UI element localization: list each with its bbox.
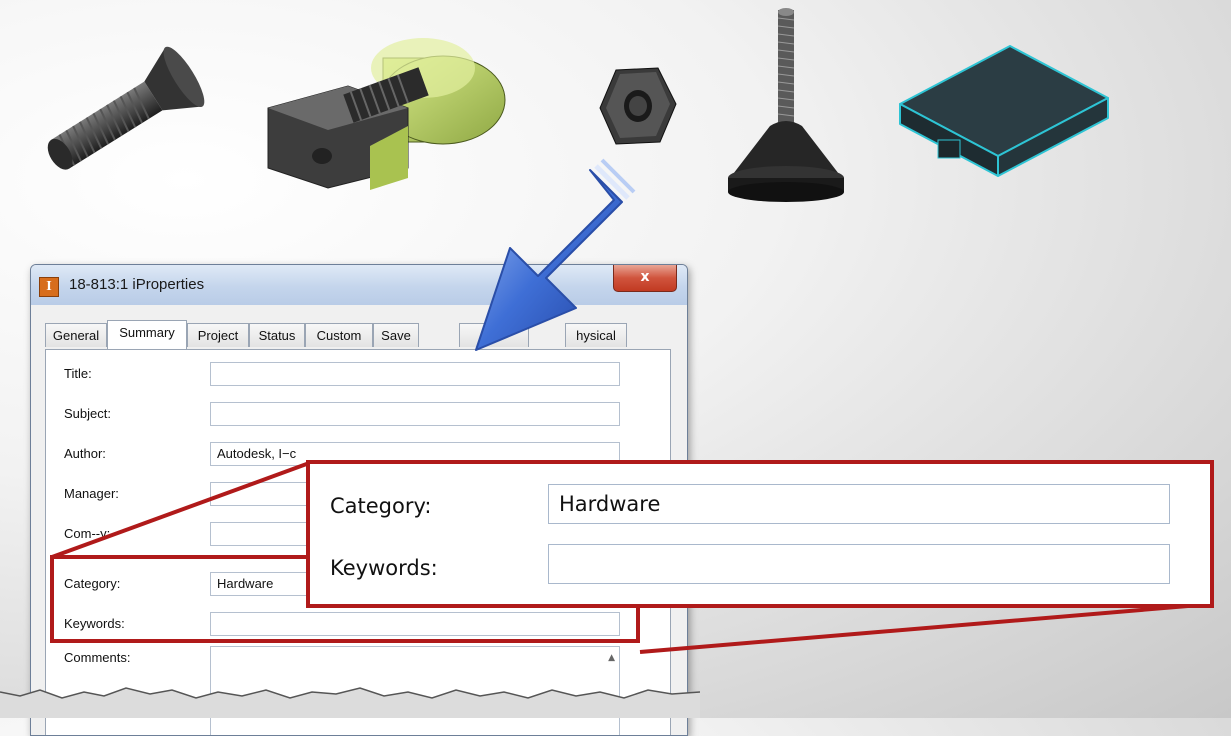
- zoom-category-field[interactable]: Hardware: [548, 484, 1170, 524]
- zoom-category-label: Category:: [330, 494, 432, 518]
- zoom-keywords-label: Keywords:: [330, 556, 438, 580]
- torn-edge: [0, 687, 700, 718]
- zoom-callout: Category: Hardware Keywords:: [306, 460, 1214, 608]
- zoom-keywords-field[interactable]: [548, 544, 1170, 584]
